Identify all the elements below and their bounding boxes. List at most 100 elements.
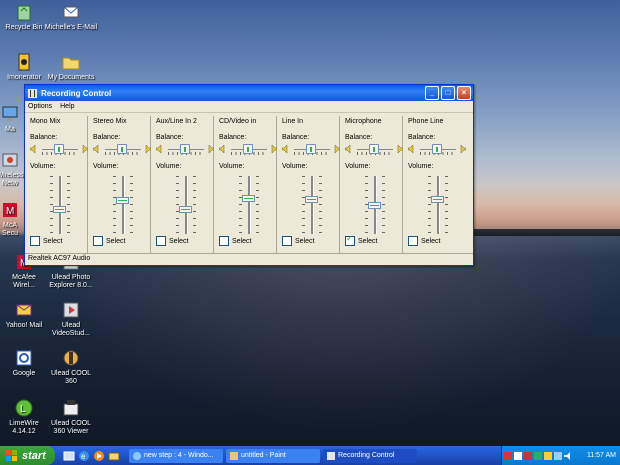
balance-slider[interactable] — [156, 143, 214, 157]
select-checkbox[interactable]: Select — [345, 234, 377, 246]
balance-slider[interactable] — [30, 143, 88, 157]
mcafee-icon: M — [3, 203, 17, 217]
select-checkbox[interactable]: Select — [408, 236, 440, 246]
balance-thumb[interactable] — [180, 144, 190, 154]
volume-thumb[interactable] — [53, 206, 66, 213]
tray-icon[interactable] — [534, 451, 542, 460]
show-desktop-icon[interactable] — [63, 450, 75, 462]
taskbar-button-paint[interactable]: untitled - Paint — [226, 448, 320, 463]
speaker-left-icon — [93, 145, 99, 153]
speaker-left-icon — [282, 145, 288, 153]
volume-slider[interactable] — [156, 172, 213, 236]
volume-track — [311, 176, 314, 234]
yahoo-mail-icon — [16, 304, 32, 316]
volume-thumb[interactable] — [431, 196, 444, 203]
clock[interactable]: 11:57 AM — [587, 452, 616, 459]
close-button[interactable]: × — [457, 86, 471, 100]
desktop-icon-ulead-videostudio[interactable]: Ulead VideoStud... — [41, 300, 101, 338]
balance-slider[interactable] — [408, 143, 466, 157]
checkbox[interactable] — [93, 236, 103, 246]
speaker-right-icon — [271, 145, 277, 153]
menu-bar: Options Help — [25, 101, 473, 113]
window-titlebar[interactable]: Recording Control _ □ × — [25, 85, 473, 101]
menu-help[interactable]: Help — [60, 101, 74, 112]
checkbox[interactable] — [408, 236, 418, 246]
tray-icon[interactable] — [504, 451, 512, 460]
desktop-icon-ulead-cool-360[interactable]: Ulead COOL 360 — [41, 348, 101, 386]
start-button[interactable]: start — [0, 446, 55, 465]
videostudio-icon — [63, 302, 79, 318]
tray-icon[interactable] — [514, 451, 522, 460]
checkbox[interactable] — [156, 236, 166, 246]
volume-ticks — [176, 176, 179, 234]
balance-thumb[interactable] — [54, 144, 64, 154]
speaker-right-icon — [460, 145, 466, 153]
tray-icon[interactable] — [524, 451, 532, 460]
volume-thumb[interactable] — [368, 202, 381, 209]
taskbar-button-new-step[interactable]: new step : 4 - Windo... — [129, 448, 223, 463]
volume-icon[interactable] — [564, 451, 572, 460]
volume-slider[interactable] — [282, 172, 339, 236]
balance-slider[interactable] — [345, 143, 403, 157]
checkbox[interactable] — [30, 236, 40, 246]
balance-thumb[interactable] — [432, 144, 442, 154]
volume-ticks — [319, 176, 322, 234]
taskbar-button-recording-control[interactable]: Recording Control — [323, 448, 417, 463]
volume-thumb[interactable] — [305, 196, 318, 203]
balance-slider[interactable] — [219, 143, 277, 157]
select-checkbox[interactable]: Select — [93, 236, 125, 246]
checkbox[interactable] — [219, 236, 229, 246]
outlook-icon[interactable] — [108, 450, 120, 462]
volume-slider[interactable] — [345, 172, 402, 236]
channel-name: Aux/Line In 2 — [156, 118, 197, 125]
internet-explorer-icon[interactable]: e — [78, 450, 90, 462]
volume-slider[interactable] — [408, 172, 466, 236]
quick-launch: e — [63, 450, 123, 462]
balance-thumb[interactable] — [306, 144, 316, 154]
volume-slider[interactable] — [30, 172, 87, 236]
cool-360-icon — [63, 350, 79, 366]
windows-flag-icon — [6, 449, 17, 461]
balance-thumb[interactable] — [369, 144, 379, 154]
volume-slider[interactable] — [93, 172, 150, 236]
balance-label: Balance: — [219, 134, 247, 141]
volume-ticks — [382, 176, 385, 234]
channel-panel: Mono Mix Balance: Volume: Select — [25, 116, 88, 253]
checkbox[interactable] — [345, 234, 355, 246]
channel-name: Stereo Mix — [93, 118, 127, 125]
desktop-icon-ulead-cool-360-viewer[interactable]: Ulead COOL 360 Viewer — [41, 398, 101, 436]
balance-label: Balance: — [408, 134, 436, 141]
checkbox[interactable] — [282, 236, 292, 246]
balance-slider[interactable] — [93, 143, 151, 157]
tray-icon[interactable] — [544, 451, 552, 460]
horizon-shoreline — [470, 229, 620, 236]
balance-slider[interactable] — [282, 143, 340, 157]
channel-panel: CD/Video in Balance: Volume: Select — [214, 116, 277, 253]
select-checkbox[interactable]: Select — [282, 236, 314, 246]
media-player-icon[interactable] — [93, 450, 105, 462]
paint-icon — [230, 451, 238, 460]
select-checkbox[interactable]: Select — [219, 236, 251, 246]
minimize-button[interactable]: _ — [425, 86, 439, 100]
volume-track — [248, 176, 251, 234]
select-label: Select — [106, 237, 126, 245]
select-checkbox[interactable]: Select — [156, 236, 188, 246]
volume-thumb[interactable] — [116, 197, 129, 204]
balance-thumb[interactable] — [243, 144, 253, 154]
network-icon — [2, 153, 18, 167]
speaker-right-icon — [397, 145, 403, 153]
desktop-icon-email[interactable]: Michelle's E-Mail — [41, 2, 101, 32]
volume-slider[interactable] — [219, 172, 276, 236]
maximize-button[interactable]: □ — [441, 86, 455, 100]
google-icon — [16, 350, 32, 366]
volume-thumb[interactable] — [179, 206, 192, 213]
email-icon — [63, 6, 79, 18]
desktop-icon-my-documents[interactable]: My Documents — [41, 52, 101, 82]
menu-options[interactable]: Options — [28, 101, 52, 112]
speaker-left-icon — [219, 145, 225, 153]
volume-track — [185, 176, 188, 234]
balance-thumb[interactable] — [117, 144, 127, 154]
volume-thumb[interactable] — [242, 195, 255, 202]
select-checkbox[interactable]: Select — [30, 236, 62, 246]
tray-icon[interactable] — [554, 451, 562, 460]
